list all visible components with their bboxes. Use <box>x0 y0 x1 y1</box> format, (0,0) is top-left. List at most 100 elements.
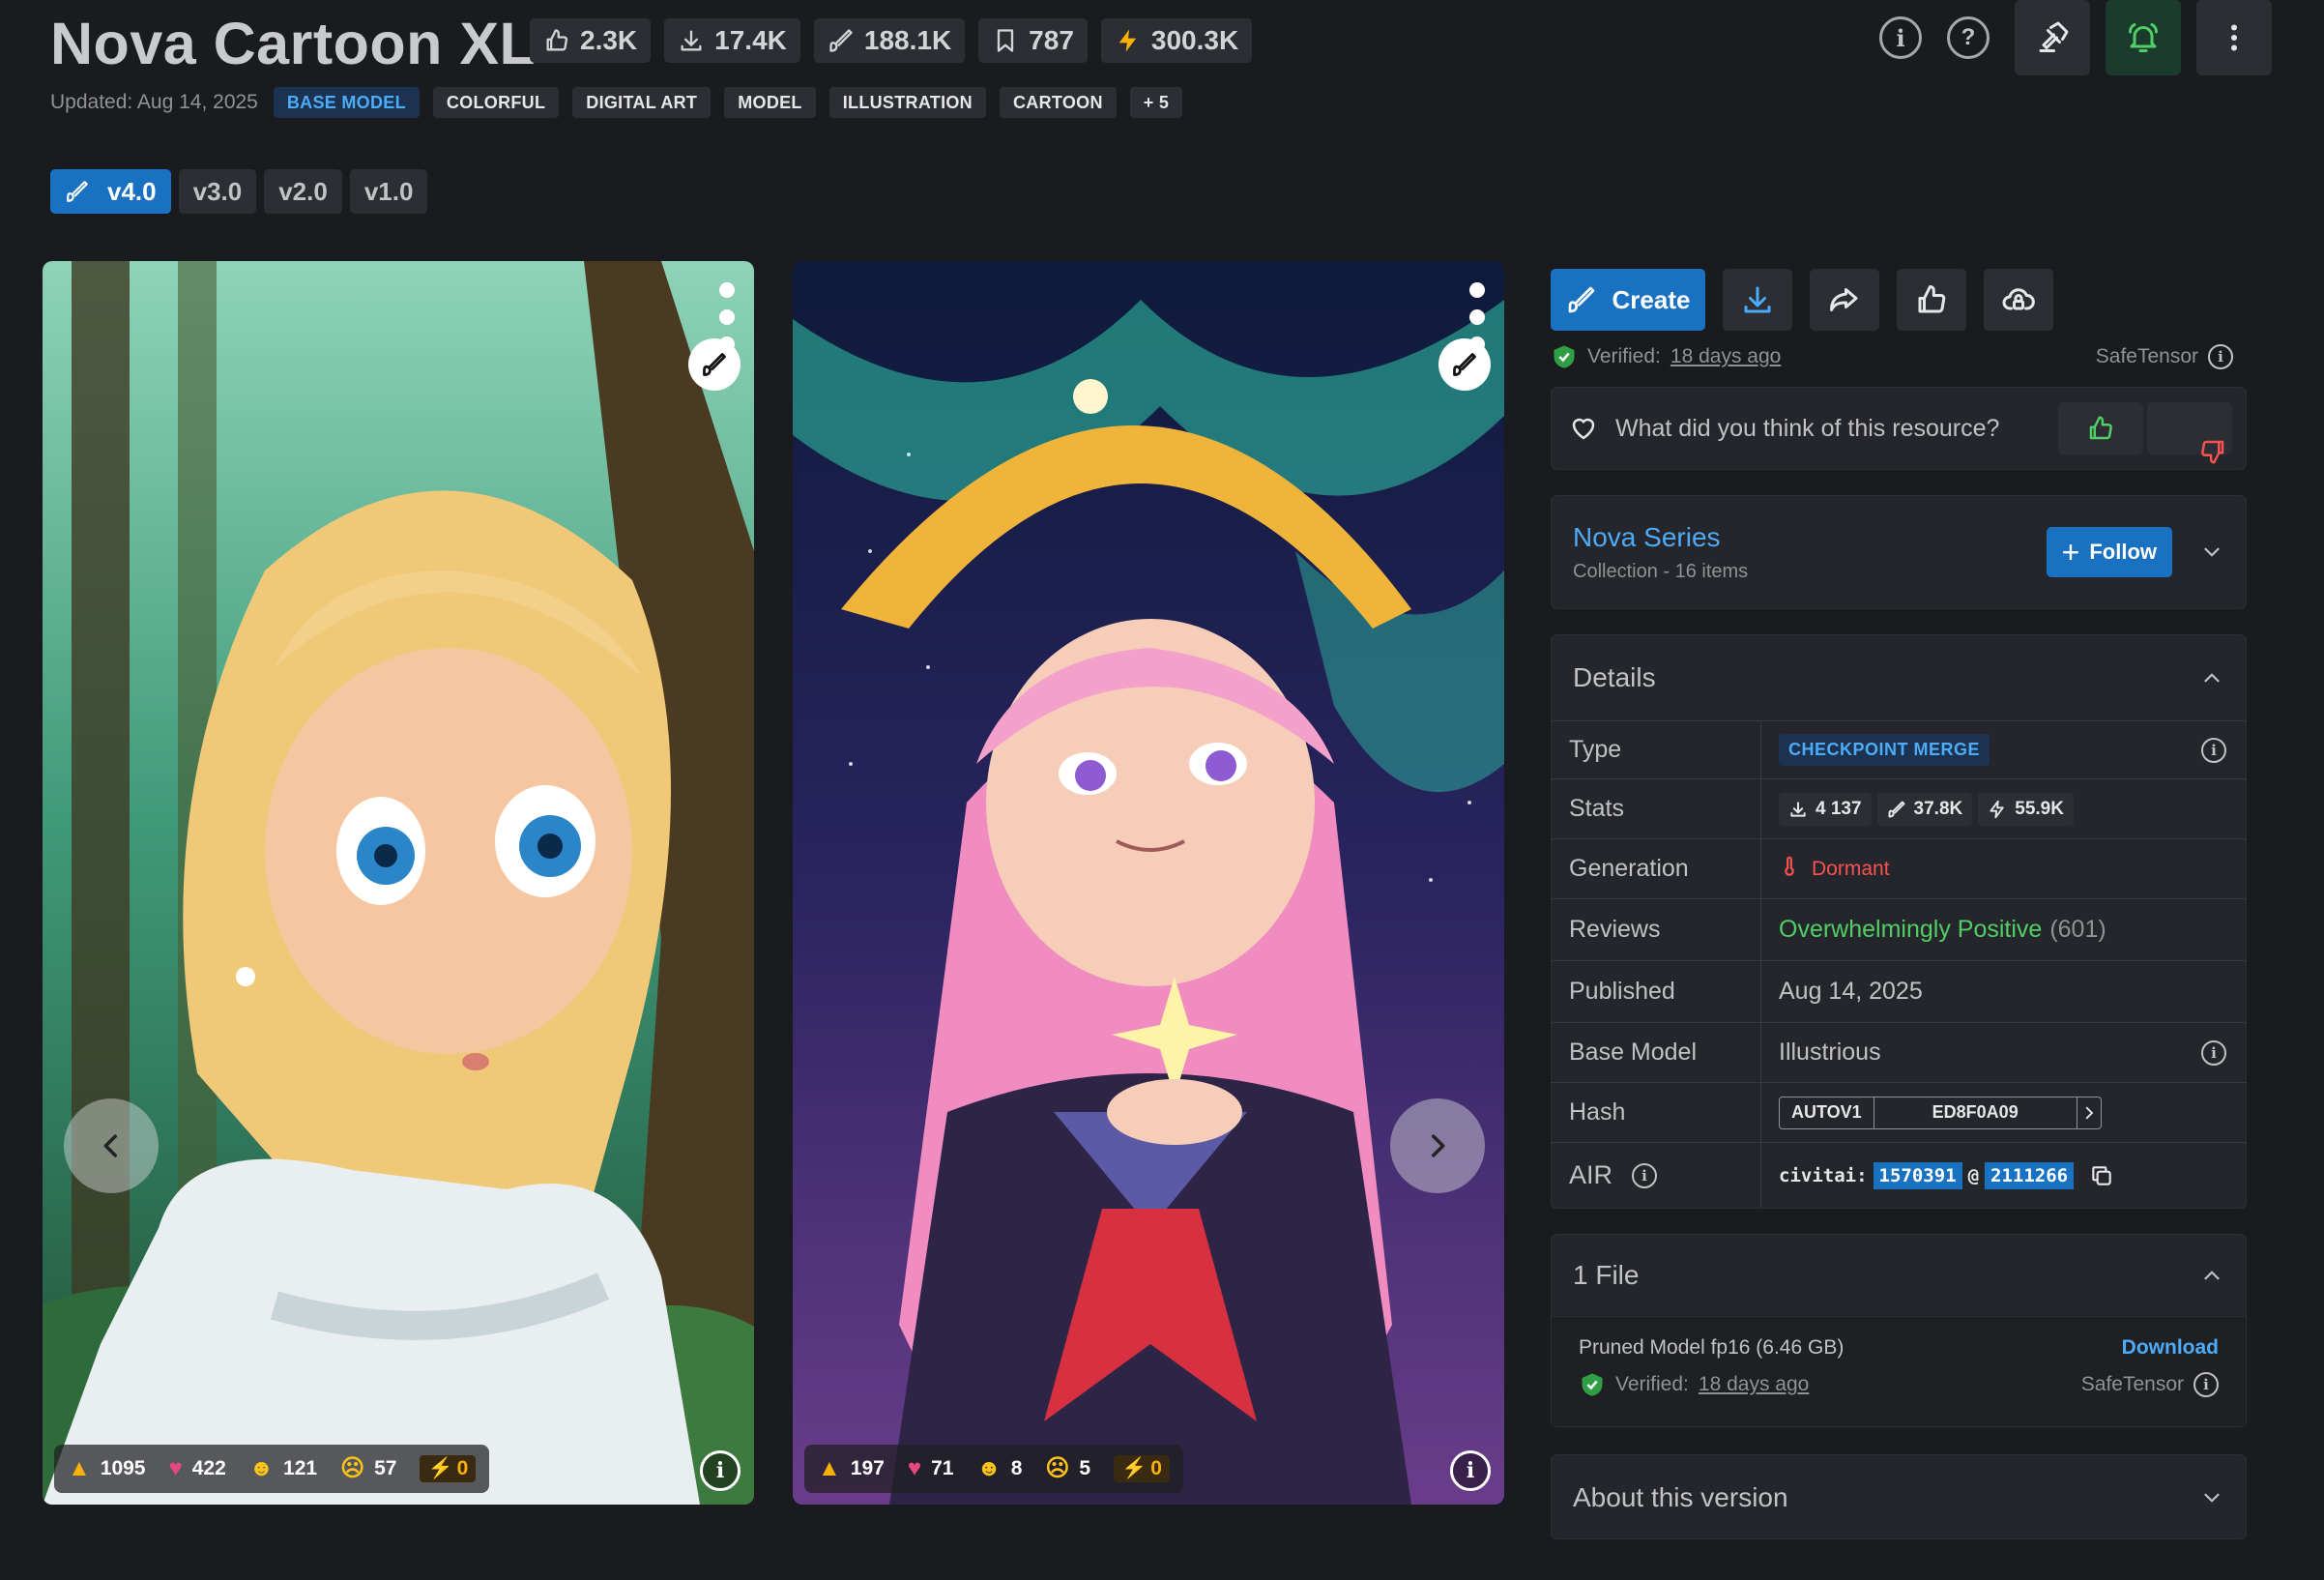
tag-base-model[interactable]: BASE MODEL <box>273 87 420 118</box>
laugh-icon: ☻ <box>248 1455 275 1481</box>
download-icon <box>1740 282 1775 317</box>
create-button[interactable]: Create <box>1551 269 1705 331</box>
header-actions: i ? <box>1879 0 2272 75</box>
hash-selector[interactable]: AUTOV1 ED8F0A09 <box>1779 1096 2102 1129</box>
updated-date: Updated: Aug 14, 2025 <box>50 91 258 113</box>
heart-icon: ♥ <box>168 1455 183 1481</box>
info-icon[interactable]: i <box>2208 344 2233 369</box>
cloud-save-button[interactable] <box>1984 269 2053 331</box>
reaction-heart[interactable]: ♥ 71 <box>908 1457 954 1480</box>
heart-outline-icon <box>1569 414 1598 443</box>
model-sidebar: Create Verified: 18 days ago SafeTensor … <box>1551 269 2247 1539</box>
type-badge: CHECKPOINT MERGE <box>1779 734 1990 766</box>
air-identifier: civitai: 1570391 @ 2111266 <box>1779 1161 2114 1189</box>
follow-button[interactable]: + Follow <box>2046 527 2172 577</box>
gallery-image-card[interactable]: ▲ 197 ♥ 71 ☻ 8 ☹ 5 ⚡ 0 i <box>793 261 1504 1505</box>
tag[interactable]: CARTOON <box>999 87 1117 118</box>
bolt-icon <box>1988 800 2007 819</box>
chevron-up-icon <box>2199 1263 2224 1288</box>
version-tab-v3[interactable]: v3.0 <box>178 169 257 214</box>
version-tab-v1[interactable]: v1.0 <box>349 169 428 214</box>
copy-icon[interactable] <box>2089 1163 2114 1188</box>
chevron-up-icon <box>2199 665 2224 690</box>
share-icon <box>1827 282 1862 317</box>
heart-icon: ♥ <box>907 1455 922 1481</box>
version-tab-v4[interactable]: v4.0 <box>50 169 171 214</box>
files-header[interactable]: 1 File <box>1552 1235 2246 1316</box>
version-tabs: v4.0 v3.0 v2.0 v1.0 <box>50 169 428 214</box>
reaction-laugh[interactable]: ☻ 8 <box>976 1457 1022 1480</box>
image-menu-button[interactable] <box>1469 278 1485 352</box>
reaction-buzz[interactable]: ⚡ 0 <box>1114 1455 1170 1482</box>
model-stats: 2.3K 17.4K 188.1K 787 300.3K <box>530 18 1253 63</box>
thumbs-up-icon <box>543 27 570 54</box>
thumbs-up-icon <box>1914 282 1949 317</box>
info-icon[interactable]: i <box>2201 737 2226 763</box>
remix-button[interactable] <box>1438 338 1491 391</box>
notify-button[interactable] <box>2106 0 2181 75</box>
bolt-icon <box>1115 27 1142 54</box>
more-tags-button[interactable]: + 5 <box>1129 87 1183 118</box>
collection-meta: Collection - 16 items <box>1573 560 1749 582</box>
aurora-girl-image <box>793 261 1504 1505</box>
page-title: Nova Cartoon XL <box>50 11 537 76</box>
action-buttons: Create <box>1551 269 2247 331</box>
image-info-button[interactable]: i <box>1450 1450 1491 1491</box>
image-menu-button[interactable] <box>719 278 735 352</box>
detail-row-published: Published Aug 14, 2025 <box>1552 960 2246 1022</box>
chevron-down-icon[interactable] <box>2199 540 2224 565</box>
moderation-button[interactable] <box>2015 0 2090 75</box>
reaction-like[interactable]: ▲ 1095 <box>68 1457 145 1480</box>
info-icon[interactable]: i <box>1632 1162 1658 1188</box>
bolt-icon: ⚡ <box>1121 1457 1147 1479</box>
detail-row-base-model: Base Model Illustrious i <box>1552 1022 2246 1082</box>
thumbs-down-icon <box>2175 414 2224 464</box>
reaction-like[interactable]: ▲ 197 <box>818 1457 885 1480</box>
help-icon[interactable]: ? <box>1947 16 1990 59</box>
reaction-cry[interactable]: ☹ 5 <box>1045 1457 1090 1480</box>
thumbs-up-review-button[interactable] <box>2058 402 2143 454</box>
download-button[interactable] <box>1723 269 1792 331</box>
feedback-panel: What did you think of this resource? <box>1551 387 2247 470</box>
stat-bookmarks: 787 <box>978 18 1088 63</box>
files-panel: 1 File Pruned Model fp16 (6.46 GB) Downl… <box>1551 1234 2247 1427</box>
tag[interactable]: MODEL <box>724 87 816 118</box>
next-image-button[interactable] <box>1390 1098 1485 1193</box>
detail-row-type: Type CHECKPOINT MERGE i <box>1552 720 2246 778</box>
remix-button[interactable] <box>688 338 741 391</box>
detail-row-reviews: Reviews Overwhelmingly Positive (601) <box>1552 898 2246 960</box>
stat-generations: 188.1K <box>813 18 966 63</box>
tag[interactable]: DIGITAL ART <box>572 87 712 118</box>
detail-row-generation: Generation Dormant <box>1552 838 2246 898</box>
previous-image-button[interactable] <box>64 1098 159 1193</box>
collection-name[interactable]: Nova Series <box>1573 522 2047 553</box>
info-icon[interactable]: i <box>2201 1039 2226 1066</box>
more-vertical-icon <box>2217 20 2251 55</box>
reaction-cry[interactable]: ☹ 57 <box>340 1457 396 1480</box>
tag[interactable]: COLORFUL <box>432 87 560 118</box>
reaction-heart[interactable]: ♥ 422 <box>168 1457 225 1480</box>
share-button[interactable] <box>1810 269 1879 331</box>
thumbs-down-review-button[interactable] <box>2147 402 2232 464</box>
brush-icon <box>1887 800 1906 819</box>
image-info-button[interactable]: i <box>700 1450 741 1491</box>
info-icon[interactable]: i <box>1879 16 1922 59</box>
brush-icon <box>65 179 90 204</box>
gallery-image-card[interactable]: ▲ 1095 ♥ 422 ☻ 121 ☹ 57 ⚡ 0 i <box>43 261 754 1505</box>
details-header[interactable]: Details <box>1552 635 2246 720</box>
version-tab-v2[interactable]: v2.0 <box>264 169 342 214</box>
shield-check-icon <box>1579 1371 1606 1398</box>
cloud-lock-icon <box>2001 282 2036 317</box>
download-icon <box>1788 800 1808 819</box>
tag[interactable]: ILLUSTRATION <box>828 87 986 118</box>
about-version-header[interactable]: About this version <box>1552 1455 2246 1540</box>
reaction-buzz[interactable]: ⚡ 0 <box>420 1455 477 1482</box>
info-icon[interactable]: i <box>2193 1372 2219 1397</box>
reviews-summary[interactable]: Overwhelmingly Positive <box>1779 916 2042 944</box>
file-download-link[interactable]: Download <box>2122 1336 2219 1360</box>
chevron-right-icon <box>1421 1129 1454 1162</box>
more-menu-button[interactable] <box>2196 0 2272 75</box>
stat-downloads: 4 137 <box>1779 792 1872 826</box>
like-button[interactable] <box>1897 269 1966 331</box>
reaction-laugh[interactable]: ☻ 121 <box>249 1457 317 1480</box>
